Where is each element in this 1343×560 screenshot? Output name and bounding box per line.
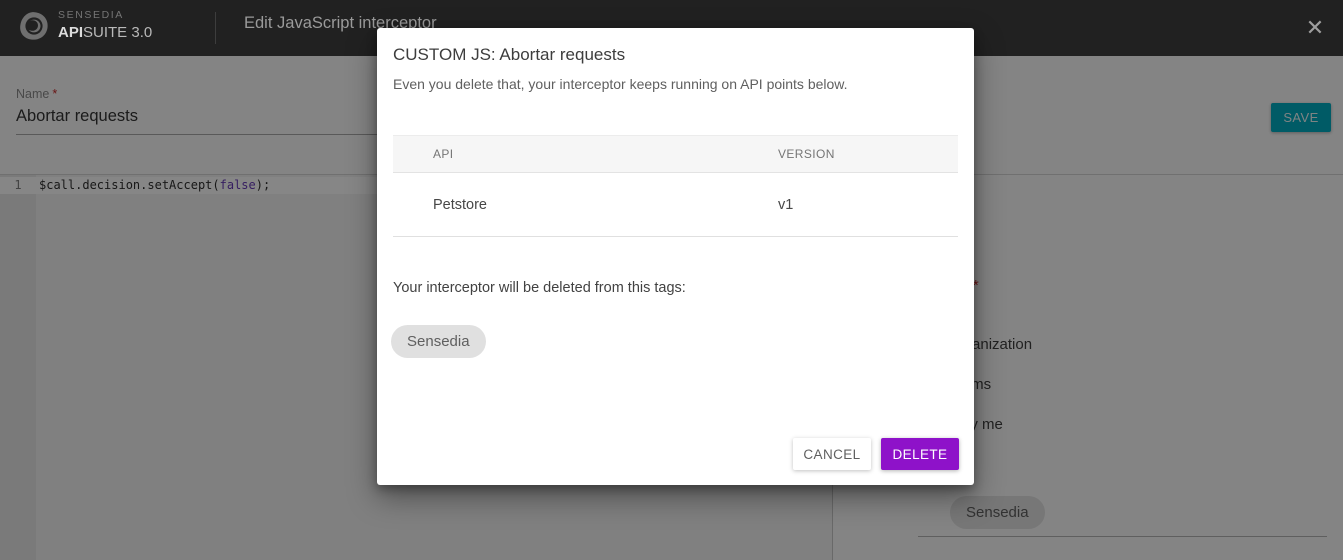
brand: SENSEDIA APISUITE 3.0 <box>58 9 152 41</box>
brand-rest: SUITE 3.0 <box>83 24 153 41</box>
table-cell-api: Petstore <box>393 172 778 237</box>
api-points-table: API VERSION Petstore v1 <box>393 135 958 237</box>
brand-small-label: SENSEDIA <box>58 9 124 21</box>
modal-title: CUSTOM JS: Abortar requests <box>393 45 626 64</box>
app: SENSEDIA APISUITE 3.0 Edit JavaScript in… <box>0 0 1343 560</box>
cancel-button[interactable]: CANCEL <box>793 438 871 470</box>
delete-button[interactable]: DELETE <box>881 438 959 470</box>
table-cell-version: v1 <box>778 172 958 237</box>
table-row: Petstore v1 <box>393 172 958 237</box>
tag-chip: Sensedia <box>391 325 486 358</box>
delete-confirmation-modal: CUSTOM JS: Abortar requests Even you del… <box>377 28 974 485</box>
modal-subtitle: Even you delete that, your interceptor k… <box>393 76 848 92</box>
table-header-row: API VERSION <box>393 135 958 173</box>
table-header-version: VERSION <box>778 135 958 173</box>
brand-product-label: APISUITE 3.0 <box>58 24 152 41</box>
sensedia-logo-icon <box>20 12 48 40</box>
header-divider <box>215 12 216 44</box>
close-icon[interactable]: ✕ <box>1297 10 1333 46</box>
brand-bold: API <box>58 24 84 41</box>
modal-actions: CANCEL DELETE <box>793 438 959 470</box>
table-header-api: API <box>393 135 778 173</box>
tags-message: Your interceptor will be deleted from th… <box>393 280 686 296</box>
